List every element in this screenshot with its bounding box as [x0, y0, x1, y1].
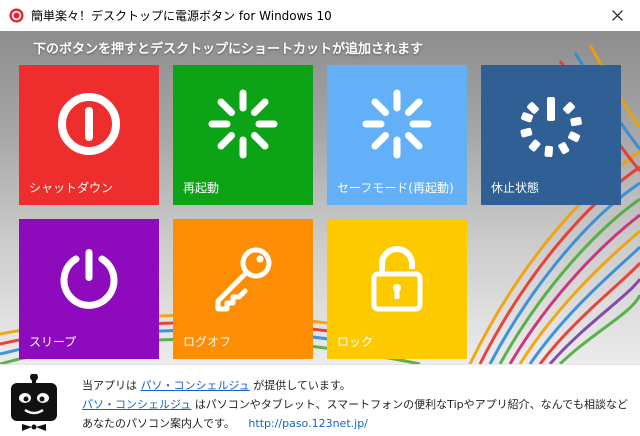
provider-link[interactable]: パソ・コンシェルジュ — [141, 379, 250, 392]
footer-line1-suffix: が提供しています。 — [253, 379, 351, 392]
description-link[interactable]: パソ・コンシェルジュ — [82, 398, 191, 411]
website-url-link[interactable]: http://paso.123net.jp/ — [248, 417, 367, 430]
padlock-icon — [371, 246, 423, 312]
footer-line2-suffix: はパソコンやタブレット、スマートフォンの便利なTipやアプリ紹介、なんでも相談な… — [194, 398, 629, 411]
footer-line-1: 当アプリは パソ・コンシェルジュ が提供しています。 — [82, 377, 351, 393]
logoff-label: ログオフ — [183, 335, 232, 349]
restart-tile[interactable]: 再起動 — [173, 65, 313, 205]
title-bar: 簡単楽々！デスクトップに電源ボタン for Windows 10 — [0, 0, 640, 31]
shutdown-label: シャットダウン — [29, 181, 114, 195]
footer-line-2: パソ・コンシェルジュ はパソコンやタブレット、スマートフォンの便利なTipやアプ… — [82, 396, 628, 412]
hibernate-icon — [520, 97, 582, 158]
app-window: 簡単楽々！デスクトップに電源ボタン for Windows 10 下のボタンを押… — [0, 0, 640, 436]
footer-line3-text: あなたのパソコン案内人です。 — [82, 417, 235, 430]
app-power-icon — [9, 8, 24, 23]
lock-tile[interactable]: ロック — [327, 219, 467, 359]
sleep-tile[interactable]: スリープ — [19, 219, 159, 359]
lock-label: ロック — [337, 335, 374, 349]
footer-line-3: あなたのパソコン案内人です。 http://paso.123net.jp/ — [82, 415, 368, 431]
logoff-tile[interactable]: ログオフ — [173, 219, 313, 359]
sleep-label: スリープ — [29, 335, 77, 349]
instruction-heading: 下のボタンを押すとデスクトップにショートカットが追加されます — [33, 42, 424, 57]
sleep-icon — [60, 249, 118, 309]
shutdown-tile[interactable]: シャットダウン — [19, 65, 159, 205]
restart-icon — [208, 89, 278, 159]
close-button[interactable] — [594, 0, 640, 31]
key-icon — [215, 247, 272, 312]
window-title: 簡単楽々！デスクトップに電源ボタン for Windows 10 — [31, 9, 332, 23]
restart-label: 再起動 — [183, 181, 220, 195]
power-off-icon — [58, 93, 120, 155]
mascot-icon — [11, 374, 57, 431]
hibernate-tile[interactable]: 休止状態 — [481, 65, 621, 205]
safe-mode-tile[interactable]: セーフモード(再起動) — [327, 65, 467, 205]
close-icon — [611, 10, 623, 21]
main-area: 下のボタンを押すとデスクトップにショートカットが追加されます シャットダウン 再… — [0, 31, 640, 364]
footer-line1-prefix: 当アプリは — [82, 379, 137, 392]
footer: 当アプリは パソ・コンシェルジュ が提供しています。 パソ・コンシェルジュ はパ… — [0, 364, 640, 436]
safe-mode-label: セーフモード(再起動) — [337, 181, 454, 195]
safe-mode-icon — [362, 89, 432, 159]
hibernate-label: 休止状態 — [491, 181, 540, 195]
